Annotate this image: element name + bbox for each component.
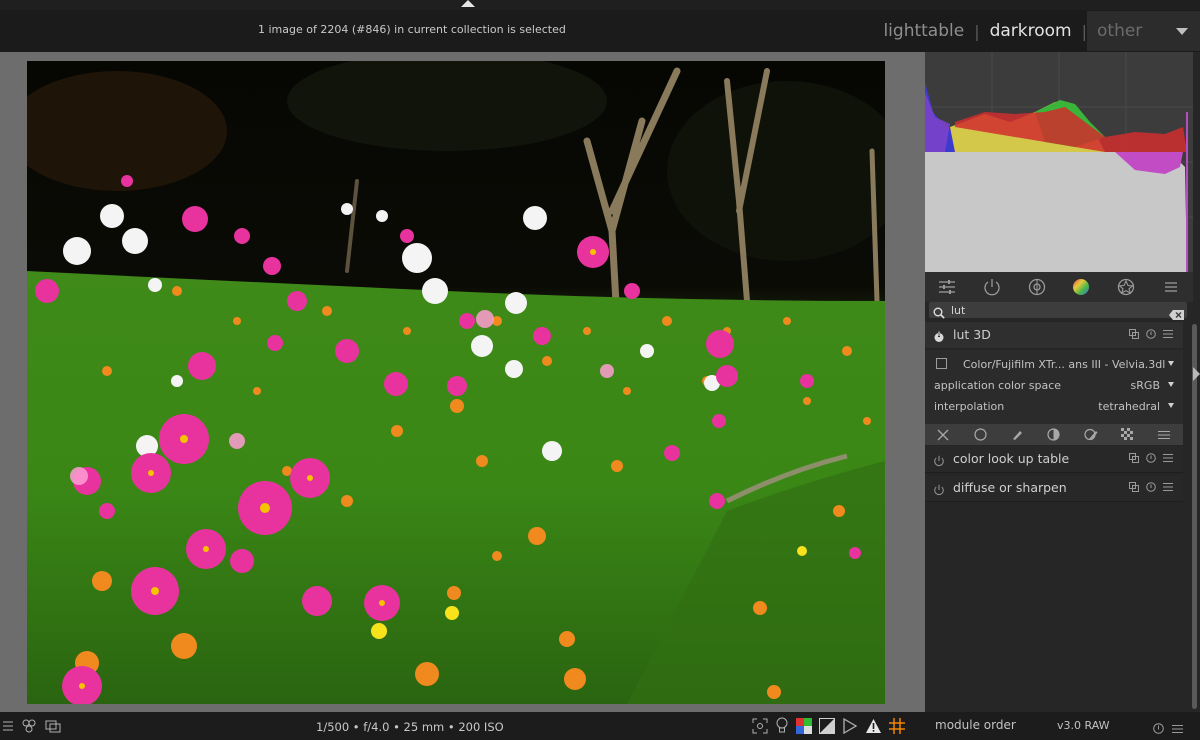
multi-instance-icon[interactable] xyxy=(1129,482,1139,492)
param-label: application color space xyxy=(934,379,1062,392)
header-bar: 1 image of 2204 (#846) in current collec… xyxy=(0,10,1200,52)
module-title: lut 3D xyxy=(953,327,991,342)
presets-menu-icon[interactable] xyxy=(1163,453,1173,463)
module-order-label: module order xyxy=(935,718,1016,732)
chevron-down-icon xyxy=(1168,403,1174,408)
module-color-look-up-table[interactable]: color look up table xyxy=(925,446,1183,473)
multi-instance-icon[interactable] xyxy=(1129,329,1139,339)
menu-icon[interactable] xyxy=(3,718,13,738)
exif-info: 1/500 • f/4.0 • 25 mm • 200 ISO xyxy=(316,720,504,734)
histogram[interactable] xyxy=(925,52,1193,272)
search-icon xyxy=(933,304,945,323)
image-canvas xyxy=(0,52,925,712)
view-darkroom[interactable]: darkroom xyxy=(980,21,1082,41)
param-value: sRGB xyxy=(1130,379,1160,392)
module-order-value: v3.0 RAW xyxy=(1057,719,1110,732)
right-panel-collapse-arrow[interactable] xyxy=(1193,367,1200,381)
guides-icon[interactable] xyxy=(842,717,858,738)
view-other-dropdown[interactable]: other xyxy=(1087,11,1200,51)
interpolation-combobox[interactable]: interpolation tetrahedral xyxy=(934,398,1174,416)
softproof-icon[interactable] xyxy=(796,717,812,738)
module-lut-3d[interactable]: lut 3D xyxy=(925,322,1183,348)
chevron-down-icon xyxy=(1168,382,1174,387)
drawn-mask-icon[interactable] xyxy=(1010,428,1024,442)
module-diffuse-or-sharpen[interactable]: diffuse or sharpen xyxy=(925,475,1183,502)
effects-modules-icon[interactable] xyxy=(1117,278,1135,296)
param-label: interpolation xyxy=(934,400,1005,413)
module-search-input[interactable] xyxy=(951,302,1161,318)
reset-icon[interactable] xyxy=(1146,329,1156,339)
quick-access-panel-icon[interactable] xyxy=(938,278,956,296)
bulb-icon[interactable] xyxy=(775,717,789,738)
reset-icon[interactable] xyxy=(1153,719,1164,738)
module-search-box xyxy=(929,302,1187,320)
module-title: diffuse or sharpen xyxy=(953,480,1067,495)
reset-icon[interactable] xyxy=(1146,453,1156,463)
chevron-down-icon xyxy=(1176,27,1188,35)
active-modules-power-icon[interactable] xyxy=(983,278,1001,296)
second-window-icon[interactable] xyxy=(45,718,61,738)
chevron-down-icon xyxy=(1168,361,1174,366)
blend-uniform-icon[interactable] xyxy=(973,428,987,442)
application-color-space-combobox[interactable]: application color space sRGB xyxy=(934,377,1174,395)
parametric-mask-icon[interactable] xyxy=(1047,428,1061,442)
base-modules-icon[interactable] xyxy=(1028,278,1046,296)
reset-icon[interactable] xyxy=(1146,482,1156,492)
blend-off-icon[interactable] xyxy=(936,428,950,442)
panel-scrollbar[interactable] xyxy=(1192,324,1197,709)
file-chooser-icon[interactable] xyxy=(936,358,947,369)
module-power-icon[interactable] xyxy=(933,452,945,471)
focus-peaking-icon[interactable] xyxy=(752,718,768,738)
module-groups-menu-icon[interactable] xyxy=(1162,278,1180,296)
color-modules-icon[interactable] xyxy=(1072,278,1090,296)
multi-instance-icon[interactable] xyxy=(1129,453,1139,463)
presets-menu-icon[interactable] xyxy=(1172,719,1183,738)
right-panel: lut 3D Color/Fujifilm XTr... ans III - V… xyxy=(925,52,1200,712)
view-switcher: lighttable | darkroom | other xyxy=(873,10,1200,52)
styles-icon[interactable] xyxy=(21,718,37,738)
view-lighttable[interactable]: lighttable xyxy=(873,21,974,41)
presets-menu-icon[interactable] xyxy=(1163,482,1173,492)
gamut-check-icon[interactable] xyxy=(819,717,835,738)
presets-menu-icon[interactable] xyxy=(1163,329,1173,339)
main-photo[interactable] xyxy=(27,61,885,704)
blend-menu-icon[interactable] xyxy=(1157,428,1171,442)
module-power-icon[interactable] xyxy=(933,328,945,347)
module-title: color look up table xyxy=(953,451,1070,466)
view-other-label: other xyxy=(1097,21,1143,41)
drawn-and-parametric-mask-icon[interactable] xyxy=(1084,428,1098,442)
lut-file-name: Color/Fujifilm XTr... ans III - Velvia.3… xyxy=(963,358,1166,371)
bottom-toolbar: 1/500 • f/4.0 • 25 mm • 200 ISO module o… xyxy=(0,712,1200,740)
param-value: tetrahedral xyxy=(1098,400,1160,413)
lut-file-selector[interactable]: Color/Fujifilm XTr... ans III - Velvia.3… xyxy=(934,356,1174,374)
blend-mode-bar xyxy=(925,424,1183,445)
module-group-tabs xyxy=(925,272,1193,302)
top-panel-toggle-arrow[interactable] xyxy=(461,0,475,7)
raster-mask-icon[interactable] xyxy=(1121,428,1135,442)
lut-3d-parameters: Color/Fujifilm XTr... ans III - Velvia.3… xyxy=(925,350,1183,424)
selection-status: 1 image of 2204 (#846) in current collec… xyxy=(258,23,566,36)
module-power-icon[interactable] xyxy=(933,481,945,500)
grid-overlay-icon[interactable] xyxy=(889,717,905,738)
warning-icon[interactable] xyxy=(865,718,882,738)
